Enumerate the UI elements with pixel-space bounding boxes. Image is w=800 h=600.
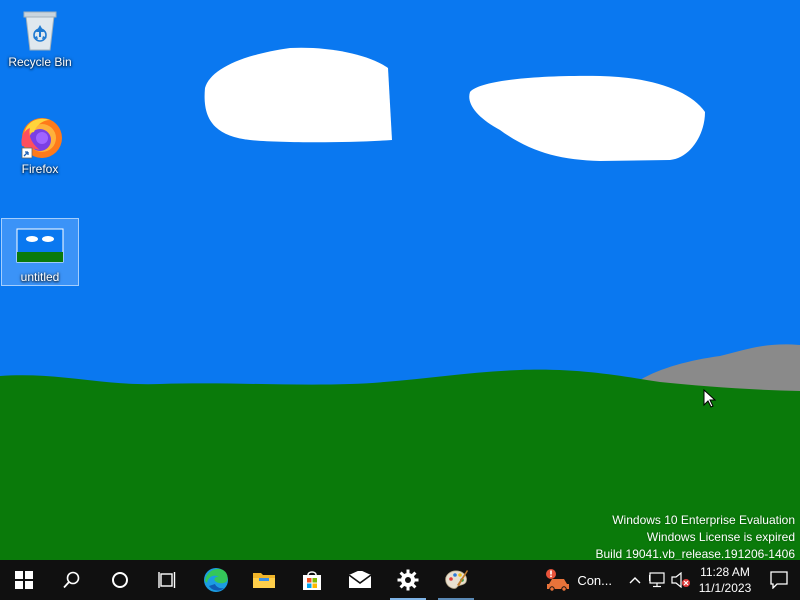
store-bag-icon: [303, 571, 321, 590]
windows-license-watermark: Windows 10 Enterprise Evaluation Windows…: [596, 512, 796, 560]
firefox-icon: [16, 115, 64, 159]
action-center-button[interactable]: [758, 560, 800, 600]
task-view-icon: [158, 572, 176, 588]
watermark-license: Windows License is expired: [646, 530, 795, 544]
notification-icon: [770, 571, 788, 589]
volume-button[interactable]: [670, 560, 692, 600]
task-view-button[interactable]: [144, 560, 192, 600]
clock-date: 11/1/2023: [698, 581, 752, 595]
show-hidden-icons-button[interactable]: [624, 560, 646, 600]
desktop-icon-recycle-bin[interactable]: Recycle Bin: [1, 4, 79, 72]
edge-button[interactable]: [192, 560, 240, 600]
car-alert-icon: [546, 569, 570, 592]
desktop[interactable]: Recycle Bin Firefox untitled Windows 10 …: [0, 0, 800, 560]
search-button[interactable]: [48, 560, 96, 600]
mouse-cursor-icon: [703, 389, 717, 408]
settings-button[interactable]: [384, 560, 432, 600]
paint-palette-icon: [445, 570, 468, 589]
start-button[interactable]: [0, 560, 48, 600]
connection-app-button[interactable]: Con...: [537, 560, 624, 600]
folder-icon: [253, 573, 275, 588]
desktop-icon-label: Firefox: [21, 162, 59, 176]
cortana-circle-icon: [112, 572, 128, 588]
connection-app-label: Con...: [577, 572, 612, 588]
taskbar: Con... 11:28 AM 11/1/2023: [0, 560, 800, 600]
desktop-icon-untitled[interactable]: untitled: [1, 218, 79, 286]
volume-muted-icon: [671, 572, 690, 588]
network-button[interactable]: [646, 560, 670, 600]
desktop-icon-label: untitled: [20, 270, 60, 284]
paint-button[interactable]: [432, 560, 480, 600]
edge-icon: [204, 568, 228, 592]
watermark-build: Build 19041.vb_release.191206-1406: [595, 547, 796, 560]
windows-logo-icon: [15, 571, 33, 589]
network-icon: [649, 572, 665, 588]
chevron-up-icon: [629, 577, 641, 584]
system-tray: Con... 11:28 AM 11/1/2023: [537, 560, 800, 600]
clock-time: 11:28 AM: [700, 565, 750, 579]
mail-icon: [348, 571, 372, 588]
search-icon: [63, 571, 80, 589]
file-explorer-button[interactable]: [240, 560, 288, 600]
desktop-icon-firefox[interactable]: Firefox: [1, 111, 79, 179]
recycle-bin-icon: [16, 8, 64, 52]
paint-image-file-icon: [16, 223, 64, 267]
cortana-button[interactable]: [96, 560, 144, 600]
clock[interactable]: 11:28 AM 11/1/2023: [692, 560, 758, 600]
wallpaper-paint-image: [0, 0, 800, 560]
store-button[interactable]: [288, 560, 336, 600]
mail-button[interactable]: [336, 560, 384, 600]
desktop-icon-label: Recycle Bin: [8, 55, 72, 69]
gear-icon: [397, 569, 419, 591]
watermark-edition: Windows 10 Enterprise Evaluation: [612, 513, 795, 527]
